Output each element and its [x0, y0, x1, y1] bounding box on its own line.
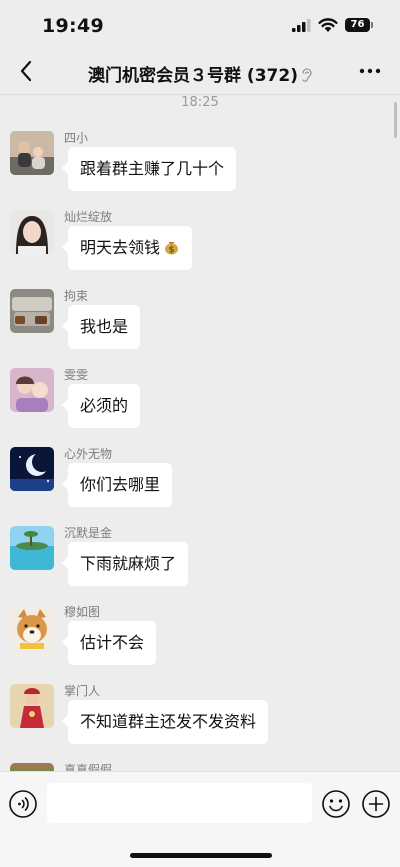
more-options-icon[interactable]	[356, 60, 384, 82]
avatar[interactable]	[10, 763, 54, 771]
avatar[interactable]	[10, 131, 54, 175]
emoji-smiley-icon[interactable]	[321, 789, 351, 819]
message-timestamp: 18:25	[181, 95, 219, 110]
chat-message-list[interactable]: 18:25 四小 跟着群主赚了几十个 灿烂绽放 明天去领钱 $ 拘束 我也是 雯…	[0, 95, 400, 771]
sender-name: 掌门人	[64, 684, 101, 698]
message-text: 不知道群主还发不发资料	[80, 712, 257, 731]
battery-icon: 76	[345, 18, 370, 32]
chat-title-text: 澳门机密会员３号群 (372)	[88, 66, 298, 86]
message-text: 估计不会	[80, 633, 145, 652]
message-text: 下雨就麻烦了	[80, 554, 177, 573]
message-text: 你们去哪里	[80, 475, 161, 494]
nav-bar: 澳门机密会员３号群 (372)	[0, 50, 400, 95]
voice-input-icon[interactable]	[8, 789, 38, 819]
message-input[interactable]	[47, 783, 312, 823]
avatar[interactable]	[10, 210, 54, 254]
message-text: 明天去领钱	[80, 238, 161, 257]
message-bubble[interactable]: 必须的	[61, 384, 141, 428]
message-bubble[interactable]: 不知道群主还发不发资料	[61, 700, 269, 744]
avatar[interactable]	[10, 289, 54, 333]
message-bubble[interactable]: 明天去领钱 $	[61, 226, 193, 270]
sender-name: 雯雯	[64, 368, 89, 382]
avatar[interactable]	[10, 526, 54, 570]
message-bubble[interactable]: 你们去哪里	[61, 463, 173, 507]
plus-more-icon[interactable]	[361, 789, 391, 819]
cellular-signal-icon	[292, 19, 311, 32]
avatar[interactable]	[10, 368, 54, 412]
message-item: 沉默是金 下雨就麻烦了	[0, 526, 400, 596]
message-item: 四小 跟着群主赚了几十个	[0, 131, 400, 201]
svg-text:$: $	[169, 245, 175, 255]
message-item: 掌门人 不知道群主还发不发资料	[0, 684, 400, 754]
message-bubble[interactable]: 我也是	[61, 305, 141, 349]
sender-name: 沉默是金	[64, 526, 113, 540]
message-text: 必须的	[80, 396, 129, 415]
message-item: 穆如图 估计不会	[0, 605, 400, 675]
avatar[interactable]	[10, 447, 54, 491]
status-time: 19:49	[42, 15, 104, 37]
sender-name: 穆如图	[64, 605, 101, 619]
message-text: 我也是	[80, 317, 129, 336]
message-item: 心外无物 你们去哪里	[0, 447, 400, 517]
avatar[interactable]	[10, 684, 54, 728]
sender-name: 四小	[64, 131, 89, 145]
status-bar: 19:49 76	[0, 0, 400, 50]
chat-title: 澳门机密会员３号群 (372)	[62, 61, 338, 86]
battery-cap	[371, 22, 373, 28]
sender-name: 灿烂绽放	[64, 210, 113, 224]
message-bubble[interactable]: 估计不会	[61, 621, 157, 665]
sender-name: 拘束	[64, 289, 89, 303]
message-item: 雯雯 必须的	[0, 368, 400, 438]
home-indicator[interactable]	[130, 853, 272, 858]
wifi-icon	[318, 18, 338, 32]
mute-ear-icon	[302, 68, 312, 82]
avatar[interactable]	[10, 605, 54, 649]
message-item: 灿烂绽放 明天去领钱 $	[0, 210, 400, 280]
message-text: 跟着群主赚了几十个	[80, 159, 225, 178]
message-bubble[interactable]: 下雨就麻烦了	[61, 542, 189, 586]
money-bag-emoji-icon: $	[165, 242, 179, 255]
sender-name: 真真假假	[64, 763, 113, 771]
message-bubble[interactable]: 跟着群主赚了几十个	[61, 147, 237, 191]
message-item: 真真假假	[0, 763, 400, 771]
message-item: 拘束 我也是	[0, 289, 400, 359]
sender-name: 心外无物	[64, 447, 113, 461]
back-arrow-icon[interactable]	[14, 58, 40, 84]
chat-scrollbar[interactable]	[394, 102, 397, 138]
